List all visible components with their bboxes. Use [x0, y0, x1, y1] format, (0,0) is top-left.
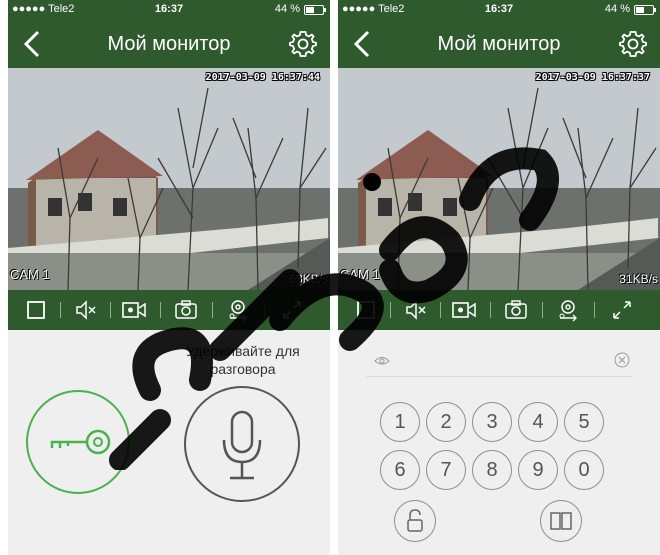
page-title: Мой монитор: [107, 33, 231, 55]
nav-bar: Мой монитор: [8, 20, 330, 68]
page-title: Мой монитор: [437, 33, 561, 55]
monitor-screen-keypad: ●●●●● Tele2 16:37 44 % Мой монитор 2017-…: [338, 0, 660, 555]
video-toolbar: [338, 290, 660, 330]
bitrate-label: 63KB/s: [289, 272, 328, 286]
mute-icon[interactable]: [74, 298, 98, 322]
camera-feed-image: [8, 68, 330, 290]
pin-input[interactable]: [366, 350, 632, 377]
keypad-key-2[interactable]: 2: [426, 402, 466, 442]
fullscreen-icon[interactable]: [610, 298, 634, 322]
keypad-panel: 1 2 3 4 5 6 7 8 9 0: [338, 330, 660, 555]
gate-icon: [550, 512, 572, 530]
gear-icon[interactable]: [618, 29, 648, 59]
push-to-talk-button[interactable]: [184, 386, 300, 502]
camera-feed[interactable]: 2017-03-09 16:37:44 CAM 1 63KB/s: [8, 68, 330, 290]
switch-camera-icon[interactable]: [226, 298, 250, 322]
microphone-icon: [222, 410, 262, 480]
keypad-key-0[interactable]: 0: [564, 450, 604, 490]
camera-label: CAM 1: [340, 267, 380, 282]
camera-label: CAM 1: [10, 267, 50, 282]
unlock-button[interactable]: [394, 500, 436, 542]
camera-feed-image: [338, 68, 660, 290]
battery-percent: 44 %: [604, 3, 630, 15]
hold-to-talk-hint: Удерживайте для разговора: [186, 343, 300, 377]
keypad-key-9[interactable]: 9: [518, 450, 558, 490]
battery-icon: [634, 5, 656, 15]
battery-percent: 44 %: [274, 3, 300, 15]
nav-bar: Мой монитор: [338, 20, 660, 68]
intercom-controls: Удерживайте для разговора: [8, 330, 330, 555]
gate-button[interactable]: [540, 500, 582, 542]
keypad-key-3[interactable]: 3: [472, 402, 512, 442]
snapshot-icon[interactable]: [174, 298, 198, 322]
key-icon: [50, 429, 111, 455]
clear-icon[interactable]: [614, 352, 630, 368]
keypad-key-6[interactable]: 6: [380, 450, 420, 490]
battery-icon: [304, 5, 326, 15]
switch-camera-icon[interactable]: [556, 298, 580, 322]
show-pin-icon[interactable]: [374, 354, 390, 368]
snapshot-icon[interactable]: [504, 298, 528, 322]
monitor-screen-talk: ●●●●● Tele2 16:37 44 % Мой монитор 2017-…: [8, 0, 330, 555]
fullscreen-icon[interactable]: [280, 298, 304, 322]
keypad-key-5[interactable]: 5: [564, 402, 604, 442]
record-icon[interactable]: [452, 298, 476, 322]
unlock-icon: [407, 509, 423, 532]
bitrate-label: 31KB/s: [619, 272, 658, 286]
stop-icon[interactable]: [24, 298, 48, 322]
stop-icon[interactable]: [354, 298, 378, 322]
video-timestamp: 2017-03-09 16:37:37: [535, 72, 650, 83]
video-timestamp: 2017-03-09 16:37:44: [205, 72, 320, 83]
open-door-button[interactable]: [26, 390, 130, 494]
keypad-key-8[interactable]: 8: [472, 450, 512, 490]
camera-feed[interactable]: 2017-03-09 16:37:37 CAM 1 31KB/s: [338, 68, 660, 290]
keypad-key-7[interactable]: 7: [426, 450, 466, 490]
mute-icon[interactable]: [404, 298, 428, 322]
gear-icon[interactable]: [288, 29, 318, 59]
record-icon[interactable]: [122, 298, 146, 322]
video-toolbar: [8, 290, 330, 330]
status-bar: ●●●●● Tele2 16:37 44 %: [338, 0, 660, 20]
keypad-key-4[interactable]: 4: [518, 402, 558, 442]
status-bar: ●●●●● Tele2 16:37 44 %: [8, 0, 330, 20]
keypad-key-1[interactable]: 1: [380, 402, 420, 442]
